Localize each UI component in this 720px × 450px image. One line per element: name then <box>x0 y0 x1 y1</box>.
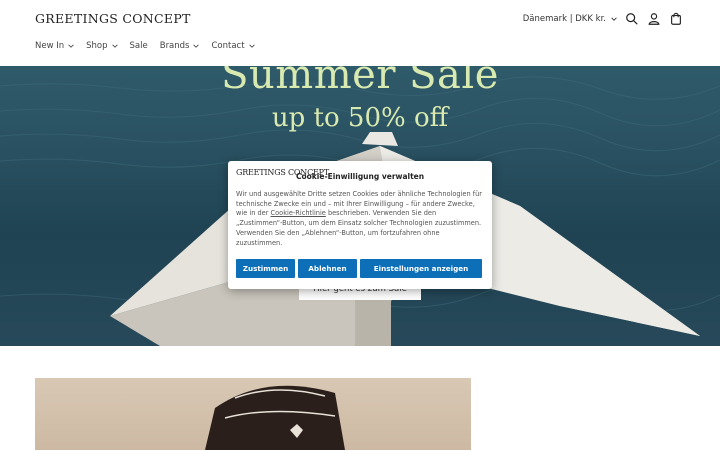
main-nav: New In Shop Sale Brands Contact <box>35 41 255 51</box>
reject-button[interactable]: Ablehnen <box>298 259 357 278</box>
search-icon[interactable] <box>625 12 639 26</box>
chevron-down-icon <box>68 44 74 48</box>
chevron-down-icon <box>248 44 255 48</box>
cookie-policy-link[interactable]: Cookie-Richtlinie <box>271 209 326 217</box>
nav-item-label: Contact <box>211 41 245 51</box>
settings-button[interactable]: Einstellungen anzeigen <box>360 259 482 278</box>
accept-button[interactable]: Zustimmen <box>236 259 295 278</box>
locale-label: Dänemark | DKK kr. <box>522 14 606 24</box>
nav-item-label: Shop <box>86 41 108 51</box>
nav-item-shop[interactable]: Shop <box>86 41 118 51</box>
hat-photo <box>205 385 345 450</box>
account-icon[interactable] <box>647 12 661 26</box>
chevron-down-icon <box>193 44 200 48</box>
site-header: GREETINGS CONCEPT Dänemark | DKK kr. New… <box>0 0 720 67</box>
site-logo[interactable]: GREETINGS CONCEPT <box>35 11 191 26</box>
nav-item-label: Brands <box>159 41 190 51</box>
cookie-consent-dialog: GREETINGS CONCEPT Cookie-Einwilligung ve… <box>228 161 492 289</box>
nav-item-label: New In <box>35 41 65 51</box>
hero-title: Summer Sale <box>221 66 499 98</box>
cart-icon[interactable] <box>669 12 683 26</box>
cookie-dialog-text: Wir und ausgewählte Dritte setzen Cookie… <box>236 190 484 248</box>
country-currency-selector[interactable]: Dänemark | DKK kr. <box>523 14 617 24</box>
nav-item-sale[interactable]: Sale <box>130 41 148 51</box>
nav-item-contact[interactable]: Contact <box>211 41 255 51</box>
product-image[interactable] <box>35 378 471 450</box>
chevron-down-icon <box>611 17 617 21</box>
chevron-down-icon <box>111 44 118 48</box>
nav-item-brands[interactable]: Brands <box>160 41 200 51</box>
nav-item-label: Sale <box>129 41 148 51</box>
nav-item-new-in[interactable]: New In <box>35 41 74 51</box>
cookie-dialog-title: Cookie-Einwilligung verwalten <box>296 172 425 181</box>
hero-subtitle: up to 50% off <box>271 103 449 133</box>
